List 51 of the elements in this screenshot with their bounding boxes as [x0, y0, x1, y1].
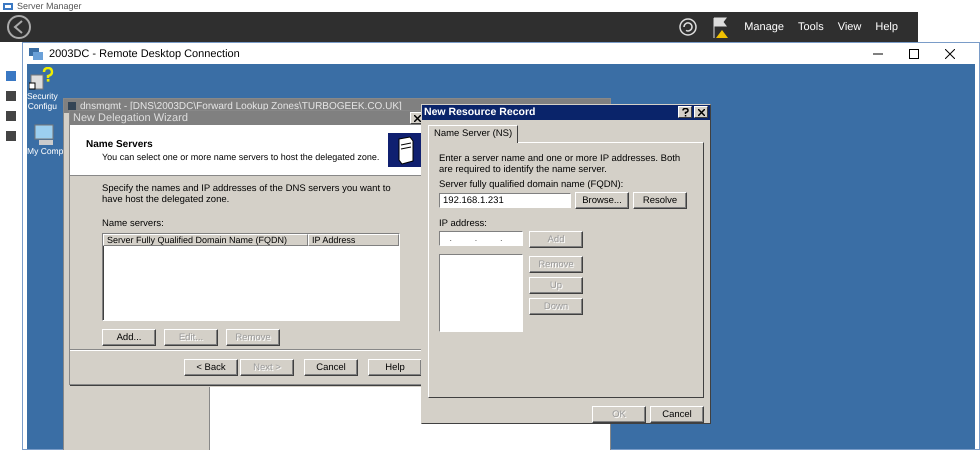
remote-desktop-icon: [29, 48, 43, 60]
fqdn-button[interactable]: Resolve: [633, 192, 687, 209]
sidebar-icon[interactable]: [5, 130, 17, 142]
menu-item[interactable]: Tools: [798, 21, 824, 33]
window-title: Server Manager: [17, 1, 82, 11]
menu-item[interactable]: Manage: [744, 21, 784, 33]
icon-label[interactable]: Security: [27, 91, 58, 101]
close-icon[interactable]: [414, 114, 420, 122]
help-button[interactable]: [678, 106, 692, 118]
list-label: Name servers:: [102, 218, 165, 229]
maximize-icon[interactable]: [909, 48, 919, 58]
menu-item[interactable]: Help: [875, 21, 898, 33]
icon-label[interactable]: My Comp: [27, 146, 64, 156]
refresh-icon[interactable]: [678, 17, 698, 37]
close-button[interactable]: [694, 106, 708, 118]
instructions-text: Specify the names and IP addresses of the DNS servers you want to have host the delegated zone.: [102, 183, 392, 205]
flag-icon[interactable]: [712, 16, 730, 38]
column-header[interactable]: IP Address: [308, 234, 399, 246]
column-header[interactable]: Server Fully Qualified Domain Name (FQDN): [103, 234, 308, 246]
question-icon[interactable]: [682, 108, 688, 117]
close-icon[interactable]: [698, 108, 704, 116]
dialog-button[interactable]: Cancel: [650, 406, 704, 423]
sidebar-icon[interactable]: [5, 70, 17, 82]
page-subheading: You can select one or more name servers to host the delegated zone.: [101, 152, 380, 162]
server-icon: [388, 133, 422, 167]
tab[interactable]: Name Server (NS): [428, 124, 518, 143]
close-icon[interactable]: [945, 48, 955, 58]
nav-button[interactable]: Help: [368, 358, 422, 376]
window-title: dnsmgmt - [DNS\2003DC\Forward Lookup Zones\TURBOGEEK.CO.UK]: [80, 100, 402, 112]
sidebar-icon[interactable]: [5, 90, 17, 102]
document-question-icon[interactable]: [29, 67, 56, 91]
fqdn-button[interactable]: Browse...: [575, 192, 629, 209]
sidebar-icon[interactable]: [5, 110, 17, 122]
page-heading: Name Servers: [86, 138, 154, 150]
field-label: Server fully qualified domain name (FQDN):: [439, 178, 624, 190]
menu-item[interactable]: View: [838, 21, 862, 33]
back-icon[interactable]: [6, 14, 32, 40]
nav-button[interactable]: < Back: [184, 358, 238, 376]
ip-address-list[interactable]: [439, 254, 523, 332]
description-text: Enter a server name and one or more IP addresses. Both are required to identify the name server.: [439, 152, 682, 175]
field-label: IP address:: [439, 218, 488, 229]
console-icon: [67, 101, 77, 111]
dialog-title: New Delegation Wizard: [73, 112, 188, 124]
icon-label[interactable]: Configu: [28, 101, 58, 111]
list-button[interactable]: Add...: [102, 329, 156, 346]
fqdn-input-field[interactable]: 192.168.1.231: [439, 192, 571, 208]
window-title: 2003DC - Remote Desktop Connection: [49, 48, 240, 60]
name-servers-list[interactable]: Server Fully Qualified Domain Name (FQDN) IP Address: [102, 233, 400, 321]
nav-button[interactable]: Cancel: [304, 358, 358, 376]
dialog-title: New Resource Record: [424, 106, 536, 118]
ip-address-field[interactable]: . . .: [439, 230, 523, 246]
